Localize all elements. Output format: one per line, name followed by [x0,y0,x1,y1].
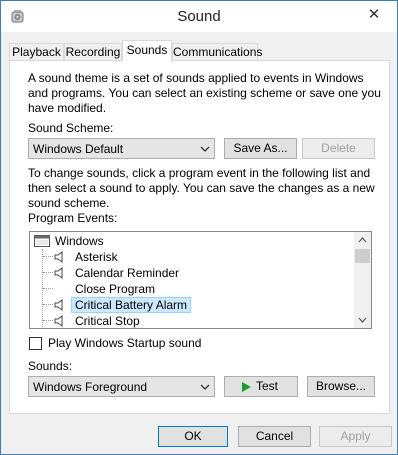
program-events-label: Program Events: [28,211,118,225]
speaker-icon [54,299,63,311]
tree-connector [43,256,53,257]
test-button[interactable]: Test [224,376,298,397]
speaker-icon [54,267,63,279]
event-label: Asterisk [75,250,118,264]
sound-scheme-value: Windows Default [33,142,124,156]
event-label: Critical Battery Alarm [71,297,192,313]
ok-button[interactable]: OK [158,426,228,447]
tree-connector [42,249,43,328]
tree-connector [43,288,53,289]
scroll-up-arrow-icon[interactable] [354,232,371,249]
intro-line-3: have modified. [28,101,107,115]
event-label: Calendar Reminder [75,266,180,280]
play-icon [242,382,251,392]
browse-button[interactable]: Browse... [307,376,375,397]
instruction-line-3: sound scheme. [28,196,110,210]
delete-button[interactable]: Delete [302,138,375,159]
scroll-down-arrow-icon[interactable] [354,311,371,328]
close-button[interactable]: ✕ [354,2,394,28]
window-icon [34,235,50,247]
event-label: Close Program [75,282,156,296]
chevron-down-icon [200,384,210,390]
save-as-button[interactable]: Save As... [224,138,297,159]
event-label: Critical Stop [75,314,140,328]
cancel-button[interactable]: Cancel [238,426,311,447]
scrollbar-thumb[interactable] [355,249,370,263]
intro-line-2: and programs. You can select an existing… [28,86,381,100]
test-label: Test [256,379,279,393]
sound-dialog: Sound ✕ Playback Recording Sounds Commun… [0,0,398,455]
tab-recording[interactable]: Recording [64,43,122,61]
title-bar: Sound ✕ [1,1,397,32]
program-events-list[interactable]: Windows Asterisk Calendar Reminder Close… [29,231,372,329]
sounds-tab-panel: A sound theme is a set of sounds applied… [9,60,390,414]
instruction-line-1: To change sounds, click a program event … [28,166,371,180]
sounds-value: Windows Foreground [33,380,148,394]
tab-communications[interactable]: Communications [172,43,262,61]
events-scrollbar[interactable] [354,232,371,328]
tree-root-label: Windows [55,234,104,248]
sounds-label: Sounds: [28,359,73,373]
tab-playback[interactable]: Playback [9,43,64,61]
window-title: Sound [177,8,221,25]
tree-connector [43,304,53,305]
chevron-down-icon [200,146,210,152]
sound-scheme-label: Sound Scheme: [28,121,114,135]
startup-sound-checkbox[interactable] [29,337,42,350]
sounds-select[interactable]: Windows Foreground [28,376,215,397]
speaker-icon [54,315,63,327]
apply-button[interactable]: Apply [319,426,392,447]
speaker-icon [54,251,63,263]
tab-sounds[interactable]: Sounds [122,40,172,62]
tree-connector [43,272,53,273]
instruction-line-2: then select a sound to apply. You can sa… [28,181,375,195]
intro-line-1: A sound theme is a set of sounds applied… [28,71,364,85]
tree-connector [43,320,53,321]
sound-scheme-select[interactable]: Windows Default [28,138,215,159]
startup-sound-label: Play Windows Startup sound [48,336,202,350]
